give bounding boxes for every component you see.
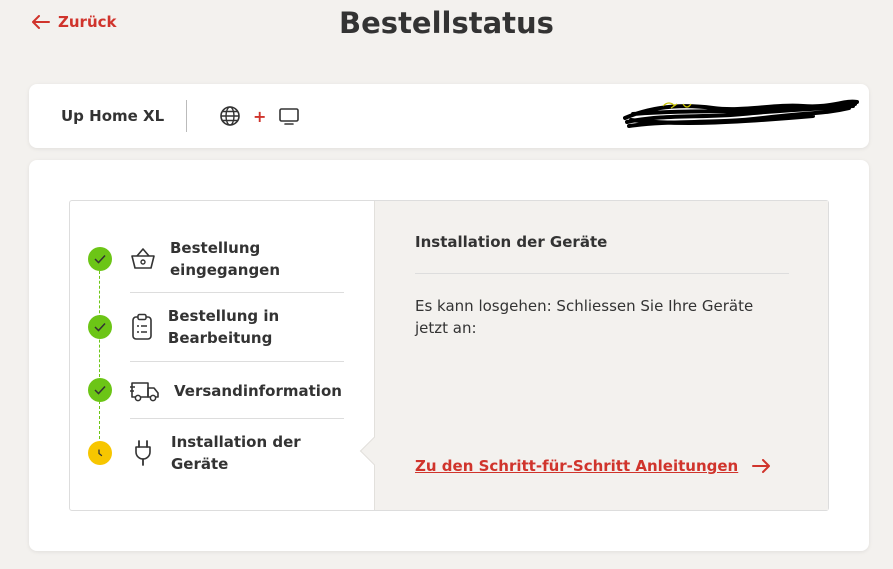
step-label: Versandinformation <box>174 382 342 400</box>
step-connector <box>99 401 100 439</box>
status-box: Bestellung eingegangen Bestellung in Bea… <box>69 200 829 511</box>
check-icon <box>94 322 106 332</box>
status-steps: Bestellung eingegangen Bestellung in Bea… <box>70 201 374 510</box>
basket-icon <box>130 247 156 271</box>
plus-sign: + <box>253 106 267 126</box>
globe-icon <box>220 106 240 126</box>
instructions-link[interactable]: Zu den Schritt-für-Schritt Anleitungen <box>415 457 771 475</box>
check-icon <box>94 385 106 395</box>
step-label: Installation der Geräte <box>170 433 301 473</box>
clipboard-icon <box>130 313 154 341</box>
step-done-indicator <box>88 315 112 339</box>
step-label: Bestellung eingegangen <box>170 239 281 279</box>
step-order-received: Bestellung eingegangen <box>130 237 344 281</box>
page-title: Bestellstatus <box>339 6 554 40</box>
check-icon <box>94 254 106 264</box>
plug-icon <box>130 439 157 467</box>
product-card: Up Home XL + <box>29 84 869 148</box>
step-shipping-info: Versandinformation <box>130 379 344 403</box>
instructions-link-label: Zu den Schritt-für-Schritt Anleitungen <box>415 457 739 475</box>
step-current-indicator <box>88 441 112 465</box>
main-card: Bestellung eingegangen Bestellung in Bea… <box>29 160 869 551</box>
arrow-right-icon <box>752 459 771 473</box>
detail-title: Installation der Geräte <box>415 233 608 251</box>
tv-icon <box>279 108 300 125</box>
product-icons: + <box>219 105 300 127</box>
step-done-indicator <box>88 247 112 271</box>
detail-text: Es kann losgehen: Schliessen Sie Ihre Ge… <box>415 297 754 337</box>
step-divider <box>130 418 344 419</box>
product-name: Up Home XL <box>61 107 165 125</box>
step-order-processing: Bestellung in Bearbeitung <box>130 305 344 349</box>
step-divider <box>130 292 344 293</box>
clock-icon <box>98 449 103 457</box>
step-label: Bestellung in Bearbeitung <box>167 307 280 347</box>
redacted-scribble <box>623 99 859 128</box>
step-divider <box>130 361 344 362</box>
detail-divider <box>415 273 789 274</box>
step-device-installation: Installation der Geräte <box>130 431 344 475</box>
step-detail-panel: Installation der Geräte Es kann losgehen… <box>359 201 828 510</box>
product-divider <box>186 100 187 132</box>
step-done-indicator <box>88 378 112 402</box>
truck-icon <box>130 379 160 403</box>
